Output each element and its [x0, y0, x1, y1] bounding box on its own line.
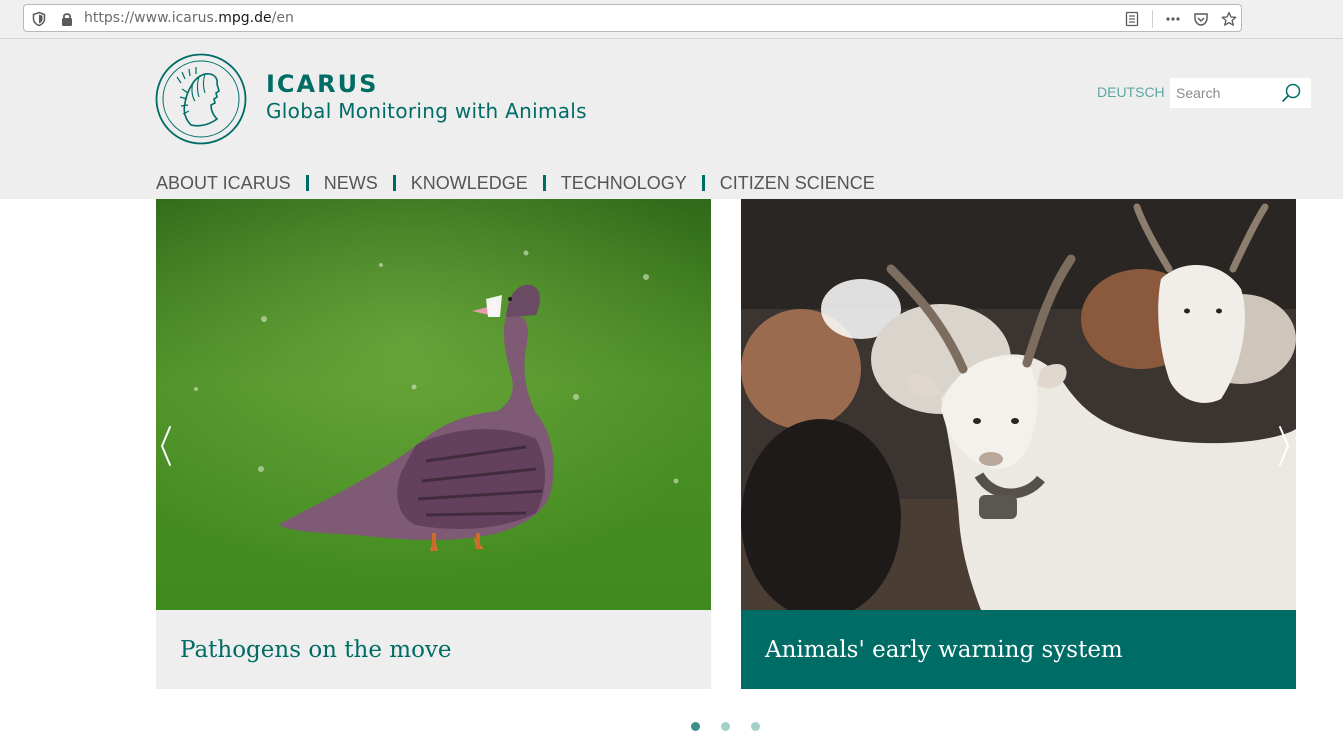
- url-text[interactable]: https://www.icarus.mpg.de/en: [84, 5, 294, 32]
- carousel-prev-arrow-icon[interactable]: [159, 425, 173, 467]
- carousel-dot[interactable]: [751, 722, 760, 731]
- carousel-dot[interactable]: [721, 722, 730, 731]
- pocket-icon[interactable]: [1193, 11, 1209, 27]
- site-subtitle[interactable]: Global Monitoring with Animals: [266, 99, 587, 123]
- nav-divider: [542, 175, 546, 191]
- carousel-pagination: [691, 722, 781, 731]
- address-bar[interactable]: https://www.icarus.mpg.de/en: [23, 4, 1242, 32]
- nav-divider: [392, 175, 396, 191]
- teaser-carousel: Pathogens on the move Animals' early war…: [0, 199, 1343, 752]
- carousel-next-arrow-icon[interactable]: [1277, 425, 1291, 467]
- shield-icon[interactable]: [31, 11, 47, 27]
- nav-news[interactable]: NEWS: [324, 173, 378, 194]
- search-icon[interactable]: [1280, 82, 1302, 104]
- nav-knowledge[interactable]: KNOWLEDGE: [411, 173, 528, 194]
- nav-about-icarus[interactable]: ABOUT ICARUS: [156, 173, 291, 194]
- carousel-dot[interactable]: [691, 722, 700, 731]
- browser-toolbar: https://www.icarus.mpg.de/en: [0, 0, 1343, 39]
- search-input[interactable]: [1170, 78, 1284, 108]
- main-navigation: ABOUT ICARUS NEWS KNOWLEDGE TECHNOLOGY C…: [156, 171, 875, 195]
- card-caption[interactable]: Pathogens on the move: [156, 610, 711, 689]
- nav-technology[interactable]: TECHNOLOGY: [561, 173, 687, 194]
- nav-divider: [305, 175, 309, 191]
- minerva-logo-icon[interactable]: [155, 53, 247, 145]
- more-actions-icon[interactable]: [1165, 11, 1181, 27]
- language-switch-link[interactable]: DEUTSCH: [1097, 84, 1165, 100]
- nav-citizen-science[interactable]: CITIZEN SCIENCE: [720, 173, 875, 194]
- nav-divider: [701, 175, 705, 191]
- goose-photo[interactable]: [156, 199, 711, 610]
- teaser-card-pathogens[interactable]: Pathogens on the move: [156, 199, 711, 689]
- toolbar-divider: [1152, 10, 1153, 28]
- search-box: [1170, 78, 1311, 108]
- lock-icon[interactable]: [59, 11, 75, 27]
- card-caption[interactable]: Animals' early warning system: [741, 610, 1296, 689]
- bookmark-star-icon[interactable]: [1221, 11, 1237, 27]
- site-header: ICARUS Global Monitoring with Animals DE…: [0, 39, 1343, 199]
- goats-photo[interactable]: [741, 199, 1296, 610]
- site-title[interactable]: ICARUS: [266, 70, 378, 98]
- teaser-card-early-warning[interactable]: Animals' early warning system: [741, 199, 1296, 689]
- reader-view-icon[interactable]: [1124, 11, 1140, 27]
